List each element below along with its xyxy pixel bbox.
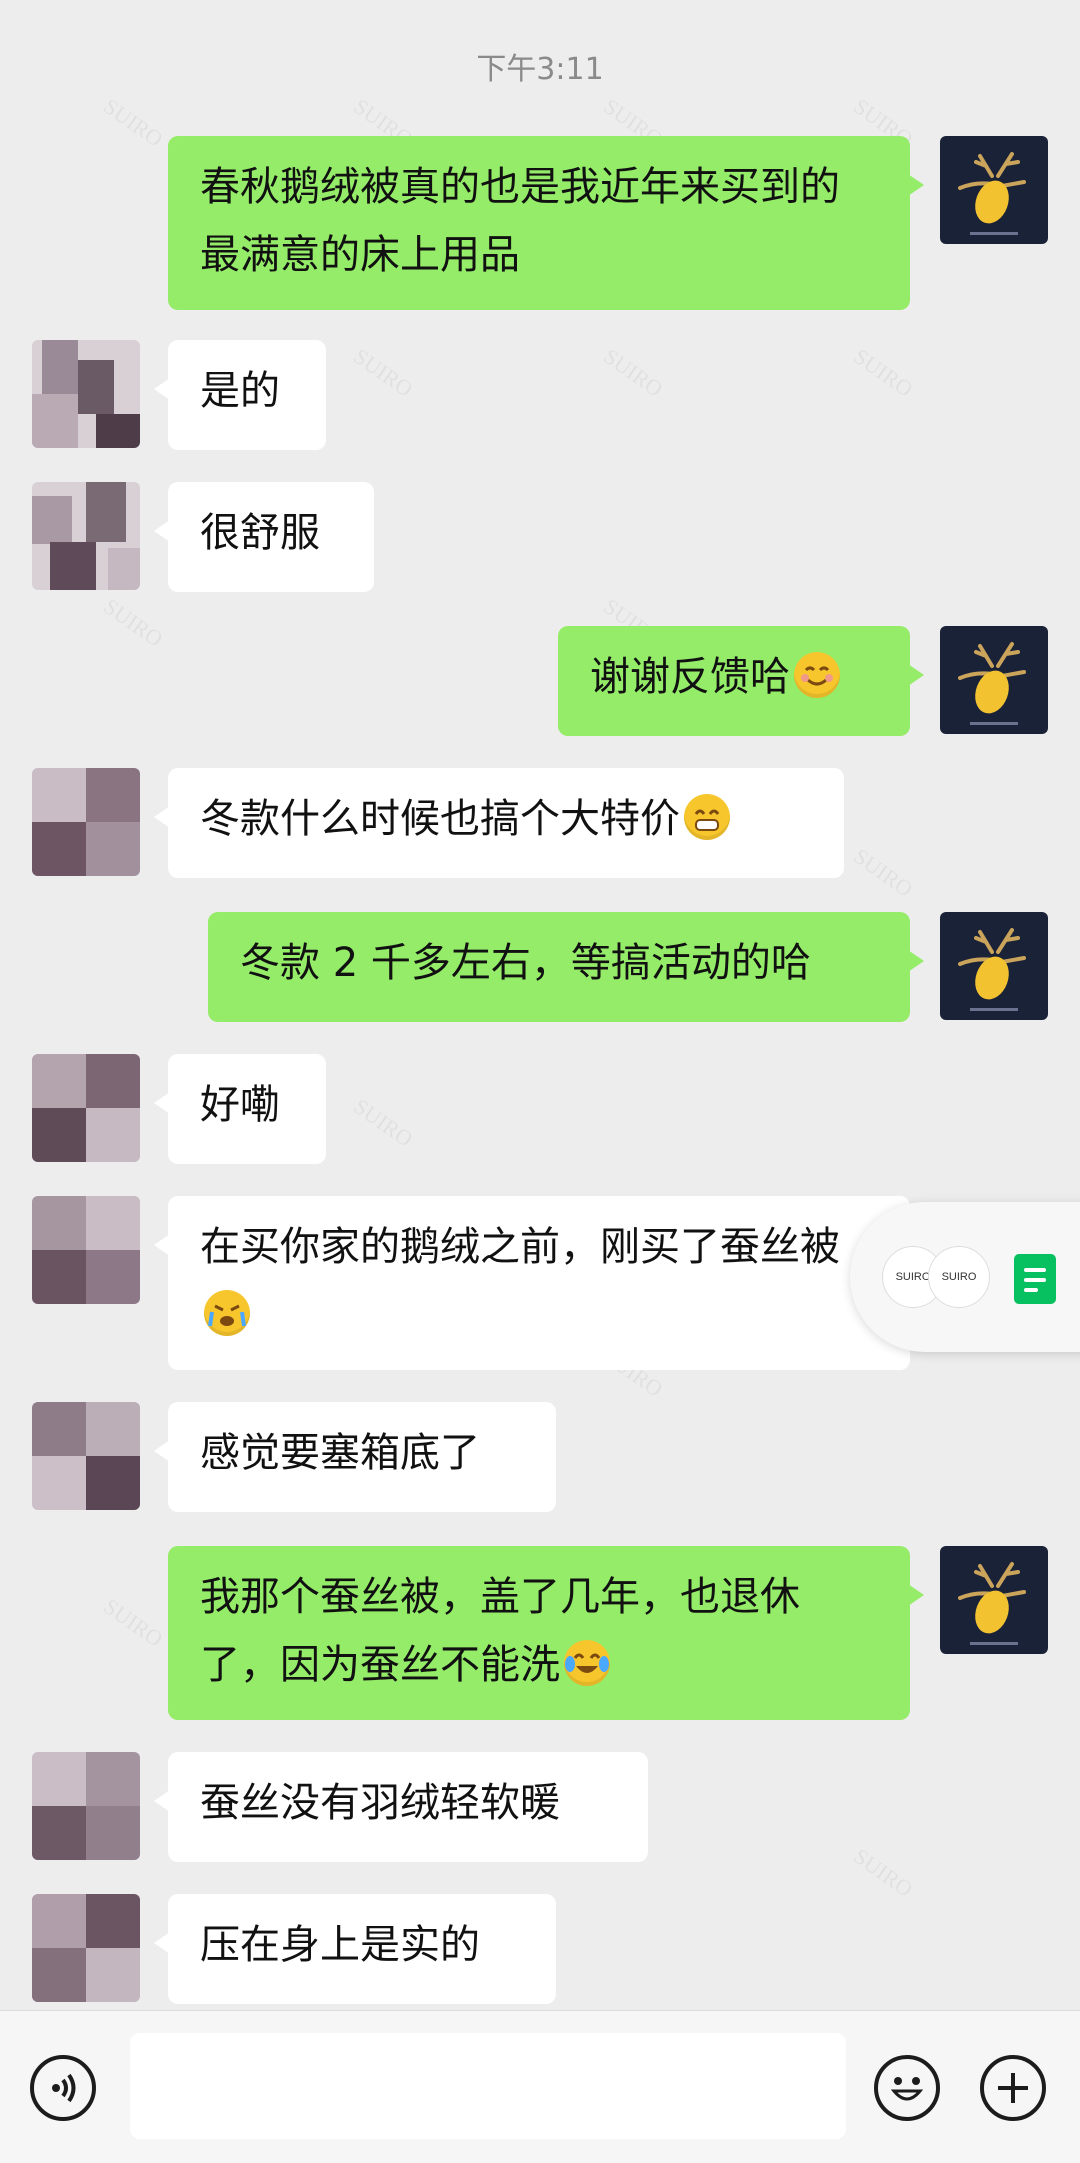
watermark: SUIRO: [849, 1843, 918, 1902]
message-input[interactable]: [130, 2033, 846, 2139]
message-text: 在买你家的鹅绒之前，刚买了蚕丝被: [200, 1224, 840, 1270]
floating-shortcut-panel[interactable]: SUIRO SUIRO: [850, 1202, 1080, 1352]
message-text: 压在身上是实的: [200, 1922, 480, 1968]
message-bubble-received[interactable]: 好嘞: [154, 1054, 326, 1164]
grinning-face-icon: [684, 794, 730, 840]
input-bar: [0, 2010, 1080, 2163]
my-avatar[interactable]: [940, 136, 1048, 244]
watermark: SUIRO: [99, 593, 168, 652]
my-avatar[interactable]: [940, 1546, 1048, 1654]
contact-avatar[interactable]: [32, 1402, 140, 1510]
message-text: 感觉要塞箱底了: [200, 1430, 480, 1476]
watermark: SUIRO: [849, 843, 918, 902]
message-text: 我那个蚕丝被，盖了几年，也退休了，因为蚕丝不能洗: [200, 1574, 800, 1688]
message-bubble-received[interactable]: 压在身上是实的: [154, 1894, 556, 2004]
mango-deer-logo-icon: [958, 1562, 1026, 1645]
message-bubble-received[interactable]: 蚕丝没有羽绒轻软暖: [154, 1752, 648, 1862]
contact-avatar[interactable]: [32, 340, 140, 448]
watermark: SUIRO: [99, 93, 168, 152]
message-bubble-received[interactable]: 冬款什么时候也搞个大特价: [154, 768, 844, 878]
mango-deer-logo-icon: [958, 928, 1026, 1011]
message-bubble-received[interactable]: 感觉要塞箱底了: [154, 1402, 556, 1512]
message-bubble-sent[interactable]: 我那个蚕丝被，盖了几年，也退休了，因为蚕丝不能洗: [168, 1546, 924, 1720]
crying-face-icon: [204, 1290, 250, 1336]
message-text: 很舒服: [200, 510, 320, 556]
document-icon[interactable]: [1014, 1254, 1056, 1304]
message-text: 谢谢反馈哈: [590, 654, 790, 700]
message-text: 是的: [200, 368, 280, 414]
contact-avatar[interactable]: [32, 1752, 140, 1860]
watermark: SUIRO: [349, 343, 418, 402]
message-text: 蚕丝没有羽绒轻软暖: [200, 1780, 560, 1826]
message-bubble-sent[interactable]: 冬款 2 千多左右，等搞活动的哈: [208, 912, 924, 1022]
my-avatar[interactable]: [940, 912, 1048, 1020]
contact-avatar[interactable]: [32, 1196, 140, 1304]
mini-avatar[interactable]: SUIRO: [928, 1246, 990, 1308]
watermark: SUIRO: [349, 1093, 418, 1152]
timestamp: 下午3:11: [476, 52, 604, 87]
message-text: 冬款 2 千多左右，等搞活动的哈: [240, 940, 811, 986]
smiling-face-icon: [794, 652, 840, 698]
message-text: 冬款什么时候也搞个大特价: [200, 796, 680, 842]
contact-avatar[interactable]: [32, 768, 140, 876]
message-bubble-received[interactable]: 很舒服: [154, 482, 374, 592]
contact-avatar[interactable]: [32, 1054, 140, 1162]
contact-avatar[interactable]: [32, 482, 140, 590]
my-avatar[interactable]: [940, 626, 1048, 734]
message-bubble-received[interactable]: 是的: [154, 340, 326, 450]
tears-of-joy-icon: [564, 1640, 610, 1686]
message-bubble-received[interactable]: 在买你家的鹅绒之前，刚买了蚕丝被: [154, 1196, 910, 1370]
message-text: 春秋鹅绒被真的也是我近年来买到的最满意的床上用品: [200, 164, 840, 278]
mango-deer-logo-icon: [958, 152, 1026, 235]
watermark: SUIRO: [599, 343, 668, 402]
contact-avatar[interactable]: [32, 1894, 140, 2002]
message-text: 好嘞: [200, 1082, 280, 1128]
plus-icon[interactable]: [980, 2055, 1046, 2121]
watermark: SUIRO: [849, 343, 918, 402]
message-bubble-sent[interactable]: 谢谢反馈哈: [558, 626, 924, 736]
watermark: SUIRO: [99, 1593, 168, 1652]
voice-icon[interactable]: [30, 2055, 96, 2121]
emoji-icon[interactable]: [874, 2055, 940, 2121]
mango-deer-logo-icon: [958, 642, 1026, 725]
message-bubble-sent[interactable]: 春秋鹅绒被真的也是我近年来买到的最满意的床上用品: [168, 136, 924, 310]
chat-area[interactable]: 下午3:11 SUIRO SUIRO SUIRO SUIRO SUIRO SUI…: [0, 0, 1080, 2010]
